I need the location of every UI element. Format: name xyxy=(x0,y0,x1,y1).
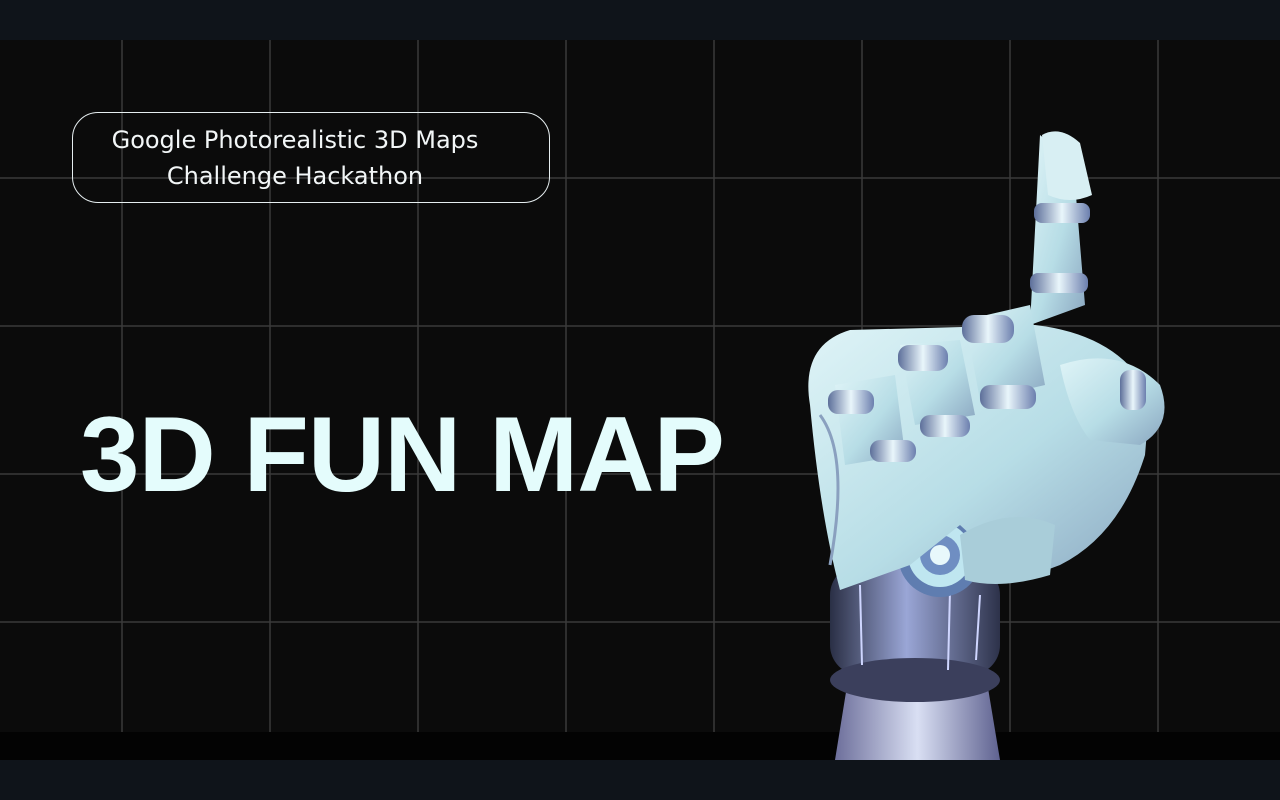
letterbox-top xyxy=(0,0,1280,40)
subtitle-badge: Google Photorealistic 3D Maps Challenge … xyxy=(72,112,550,203)
robot-hand-icon xyxy=(808,131,1165,760)
slide-title: 3D FUN MAP xyxy=(80,394,725,514)
letterbox-bottom xyxy=(0,760,1280,800)
subtitle-text: Google Photorealistic 3D Maps Challenge … xyxy=(65,122,525,194)
subtitle-line-2: Challenge Hackathon xyxy=(166,161,424,190)
title-slide: Google Photorealistic 3D Maps Challenge … xyxy=(0,40,1280,760)
subtitle-line-1: Google Photorealistic 3D Maps xyxy=(111,125,479,154)
